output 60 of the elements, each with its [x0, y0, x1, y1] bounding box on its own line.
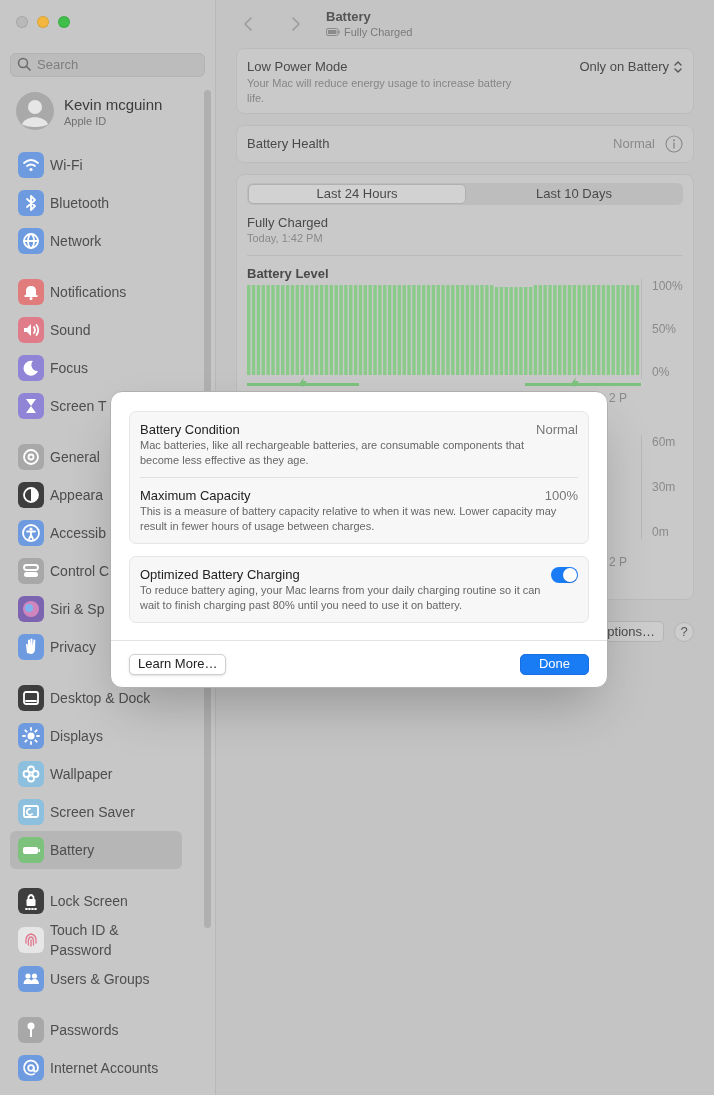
toggle-switch[interactable]	[551, 567, 578, 583]
row-description: This is a measure of battery capacity relative to when it was new. Lower capacity may result in fewer hours of usage between charges.	[140, 504, 558, 534]
setting-label: Battery Health	[247, 135, 330, 154]
search-icon	[17, 57, 31, 71]
row-title: Optimized Battery Charging	[140, 566, 301, 583]
sidebar-item[interactable]: Network	[10, 222, 182, 260]
charge-time: Today, 1:42 PM	[247, 231, 324, 246]
page-title: Battery	[326, 9, 372, 25]
axis-label: 100%	[652, 279, 683, 293]
zoom-window-button[interactable]	[58, 16, 70, 28]
back-button[interactable]	[242, 16, 254, 32]
sidebar-item[interactable]: Bluetooth	[10, 184, 182, 222]
sidebar-item[interactable]: Wallpaper	[10, 755, 182, 793]
learn-more-button[interactable]: Learn More…	[129, 653, 227, 675]
axis-label: 0m	[652, 525, 670, 539]
sidebar-item[interactable]: Notifications	[10, 273, 182, 311]
battery-icon	[326, 28, 340, 36]
info-icon[interactable]	[665, 135, 683, 153]
axis-label: 30m	[652, 480, 676, 494]
sidebar-item[interactable]: Passwords	[10, 1011, 182, 1049]
charge-status: Fully Charged	[247, 214, 329, 231]
sidebar-item[interactable]: Focus	[10, 349, 182, 387]
sidebar-item[interactable]: Internet Accounts	[10, 1049, 182, 1087]
account-name[interactable]: Kevin mcguinn	[64, 94, 163, 114]
search-field[interactable]: Search	[10, 52, 205, 77]
done-button[interactable]: Done	[519, 653, 589, 675]
setting-value: Normal	[613, 135, 655, 154]
forward-button[interactable]	[290, 16, 302, 32]
low-power-popup[interactable]: Only on Battery	[579, 58, 683, 78]
row-value: 100%	[544, 487, 578, 504]
sidebar-item[interactable]: Lock Screen	[10, 882, 182, 920]
range-tab[interactable]: Last 10 Days	[466, 184, 682, 204]
help-button[interactable]: ?	[674, 621, 694, 642]
minimize-window-button[interactable]	[37, 16, 49, 28]
axis-label: 0%	[652, 365, 671, 379]
sidebar-item[interactable]: Screen Saver	[10, 793, 182, 831]
time-label: 2 P	[609, 555, 628, 569]
row-description: To reduce battery aging, your Mac learns from your daily charging routine so it can wait to finish charging past 80% until you need to use it on battery.	[140, 583, 542, 613]
close-window-button[interactable]	[16, 16, 28, 28]
axis-label: 50%	[652, 322, 678, 336]
chevron-up-down-icon	[673, 60, 683, 74]
chart-title: Battery Level	[247, 266, 330, 282]
account-subtitle: Apple ID	[64, 113, 108, 128]
sidebar-item[interactable]: Sound	[10, 311, 182, 349]
setting-label: Low Power Mode	[247, 58, 349, 76]
row-description: Mac batteries, like all rechargeable batteries, are consumable components that become less effective as they age.	[140, 438, 525, 468]
time-label: 2 P	[609, 391, 628, 405]
sidebar-item[interactable]: Battery	[10, 831, 182, 869]
avatar-icon	[16, 92, 54, 130]
sidebar-item[interactable]: Users & Groups	[10, 960, 182, 998]
setting-description: Your Mac will reduce energy usage to increase battery life.	[247, 76, 513, 106]
page-subtitle: Fully Charged	[344, 25, 413, 39]
sidebar-item[interactable]: Desktop & Dock	[10, 679, 182, 717]
sidebar-item[interactable]: Wi-Fi	[10, 146, 182, 184]
range-tab[interactable]: Last 24 Hours	[248, 184, 466, 204]
sidebar-item[interactable]: Touch ID & Password	[10, 920, 182, 960]
row-value: Normal	[536, 421, 578, 438]
axis-label: 60m	[652, 435, 676, 449]
row-title: Maximum Capacity	[140, 487, 251, 504]
sidebar-item[interactable]: Displays	[10, 717, 182, 755]
